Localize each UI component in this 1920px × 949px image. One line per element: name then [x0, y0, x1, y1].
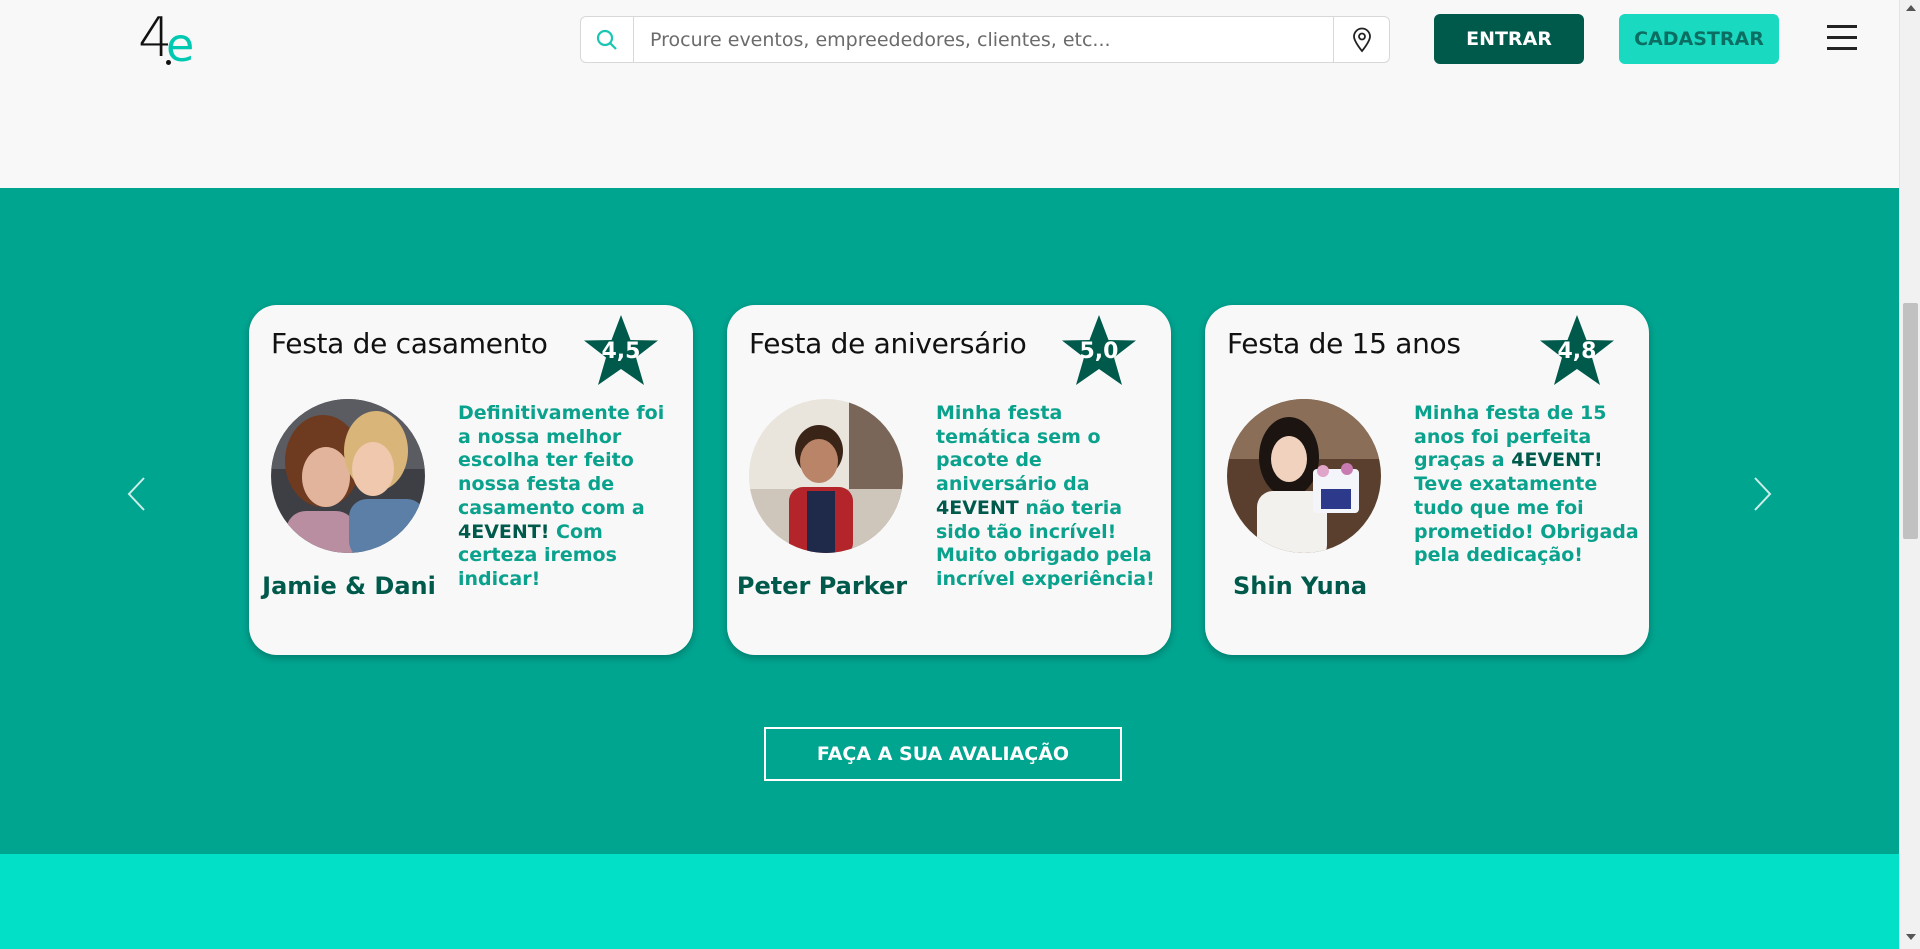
avatar	[749, 399, 903, 553]
logo-number: 4	[138, 6, 172, 69]
scrollbar-thumb[interactable]	[1903, 303, 1918, 539]
search-input[interactable]	[634, 17, 1333, 62]
page-scrollbar[interactable]	[1899, 0, 1920, 949]
search-icon[interactable]	[581, 17, 634, 62]
menu-icon-line	[1827, 25, 1857, 28]
brand-name: 4EVENT	[936, 496, 1019, 519]
login-button[interactable]: ENTRAR	[1434, 14, 1584, 64]
testimonial-card: Festa de 15 anos 4,8 Shin Yuna Minha fes…	[1205, 305, 1649, 655]
menu-icon-line	[1827, 47, 1857, 50]
rating-value: 4,5	[601, 339, 641, 364]
card-title: Festa de 15 anos	[1227, 327, 1461, 360]
logo[interactable]: 4 e	[138, 6, 198, 72]
location-pin-icon[interactable]	[1333, 17, 1389, 62]
testimonial-text: Minha festa de 15 anos foi perfeita graç…	[1414, 402, 1639, 568]
testimonial-card: Festa de aniversário 5,0 Peter Parker Mi…	[727, 305, 1171, 655]
testimonials-section: Festa de casamento 4,5 Jamie & Dani Defi…	[0, 188, 1899, 854]
carousel-next-icon[interactable]	[1751, 474, 1775, 514]
brand-name: 4EVENT!	[1511, 449, 1603, 472]
site-header: 4 e ENTRAR CADASTRAR	[0, 0, 1899, 188]
card-title: Festa de aniversário	[749, 327, 1027, 360]
rating-value: 5,0	[1079, 339, 1119, 364]
card-title: Festa de casamento	[271, 327, 548, 360]
signup-button[interactable]: CADASTRAR	[1619, 14, 1779, 64]
footer-band	[0, 854, 1899, 949]
brand-name: 4EVENT!	[458, 520, 550, 543]
avatar	[1227, 399, 1381, 553]
customer-name: Peter Parker	[736, 572, 908, 600]
rating-value: 4,8	[1557, 339, 1597, 364]
customer-name: Jamie & Dani	[262, 572, 436, 600]
scroll-up-icon[interactable]	[1906, 5, 1916, 11]
testimonial-text: Definitivamente foi a nossa melhor escol…	[458, 402, 683, 592]
testimonial-text: Minha festa temática sem o pacote de ani…	[936, 402, 1161, 592]
testimonial-card: Festa de casamento 4,5 Jamie & Dani Defi…	[249, 305, 693, 655]
testimonial-text-part: Minha festa temática sem o pacote de ani…	[936, 402, 1101, 496]
menu-icon[interactable]	[1827, 25, 1857, 53]
testimonial-text-part: Definitivamente foi a nossa melhor escol…	[458, 402, 665, 519]
write-review-button[interactable]: FAÇA A SUA AVALIAÇÃO	[764, 727, 1122, 781]
carousel-prev-icon[interactable]	[124, 474, 148, 514]
scroll-down-icon[interactable]	[1906, 934, 1916, 940]
menu-icon-line	[1827, 36, 1857, 39]
search-bar	[580, 16, 1390, 63]
avatar	[271, 399, 425, 553]
logo-letter: e	[166, 18, 195, 72]
customer-name: Shin Yuna	[1232, 572, 1368, 600]
testimonial-text-part: Teve exatamente tudo que me foi prometid…	[1414, 473, 1639, 567]
